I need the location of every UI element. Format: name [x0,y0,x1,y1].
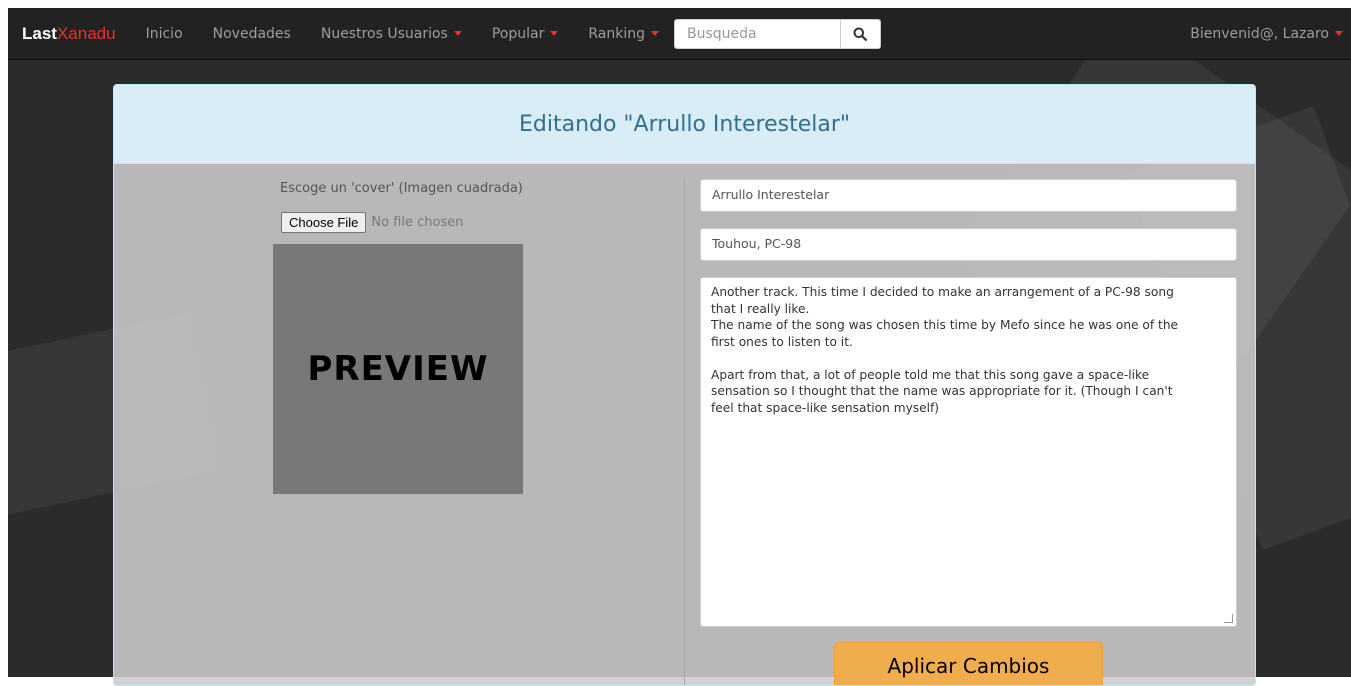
edit-song-panel: Editando "Arrullo Interestelar" Escoge u… [113,84,1256,686]
column-divider [684,179,685,685]
song-title-value: Arrullo Interestelar [712,187,830,202]
brand-logo[interactable]: LastXanadu [8,24,131,44]
nav-label: Novedades [212,25,291,42]
page-title: Editando "Arrullo Interestelar" [518,111,850,137]
apply-changes-button[interactable]: Aplicar Cambios [834,642,1103,685]
choose-file-button[interactable]: Choose File [281,212,367,233]
nav-label: Popular [491,25,545,42]
top-navbar: LastXanadu Inicio Novedades Nuestros Usu… [8,8,1351,60]
search-input[interactable] [673,18,841,49]
search-form [673,18,881,49]
nav-nuestros-usuarios-dropdown[interactable]: Nuestros Usuarios [306,26,477,42]
nav-ranking-dropdown[interactable]: Ranking [573,26,674,42]
apply-button-label: Aplicar Cambios [887,654,1050,678]
user-greeting: Bienvenid@, Lazaro [1190,25,1329,42]
panel-heading: Editando "Arrullo Interestelar" [114,85,1255,164]
nav-popular-dropdown[interactable]: Popular [477,26,574,42]
caret-down-icon [650,31,659,36]
caret-down-icon [453,31,462,36]
nav-label: Ranking [588,25,645,42]
tags-value: Touhou, PC-98 [712,236,802,251]
caret-down-icon [1335,31,1343,36]
nav-inicio[interactable]: Inicio [131,26,198,42]
song-title-field[interactable]: Arrullo Interestelar [700,179,1237,212]
brand-accent-text: Xanadu [56,23,116,43]
search-icon [853,27,868,41]
preview-text: PREVIEW [307,349,489,389]
file-status-text: No file chosen [371,215,464,230]
resize-handle-icon[interactable] [1224,614,1233,623]
nav-label: Nuestros Usuarios [320,25,448,42]
tags-field[interactable]: Touhou, PC-98 [700,228,1237,261]
brand-text: Last [22,23,57,43]
user-menu-dropdown[interactable]: Bienvenid@, Lazaro [1175,26,1351,42]
file-input: Choose File No file chosen [281,212,463,233]
nav-novedades[interactable]: Novedades [198,26,306,42]
description-textarea[interactable]: Another track. This time I decided to ma… [700,277,1237,627]
nav-label: Inicio [145,25,183,42]
cover-column: Escoge un 'cover' (Imagen cuadrada) Choo… [114,164,684,685]
description-value: Another track. This time I decided to ma… [711,285,1179,415]
search-button[interactable] [840,18,881,49]
cover-label: Escoge un 'cover' (Imagen cuadrada) [280,181,523,196]
caret-down-icon [550,31,559,36]
cover-preview-image: PREVIEW [273,244,523,494]
